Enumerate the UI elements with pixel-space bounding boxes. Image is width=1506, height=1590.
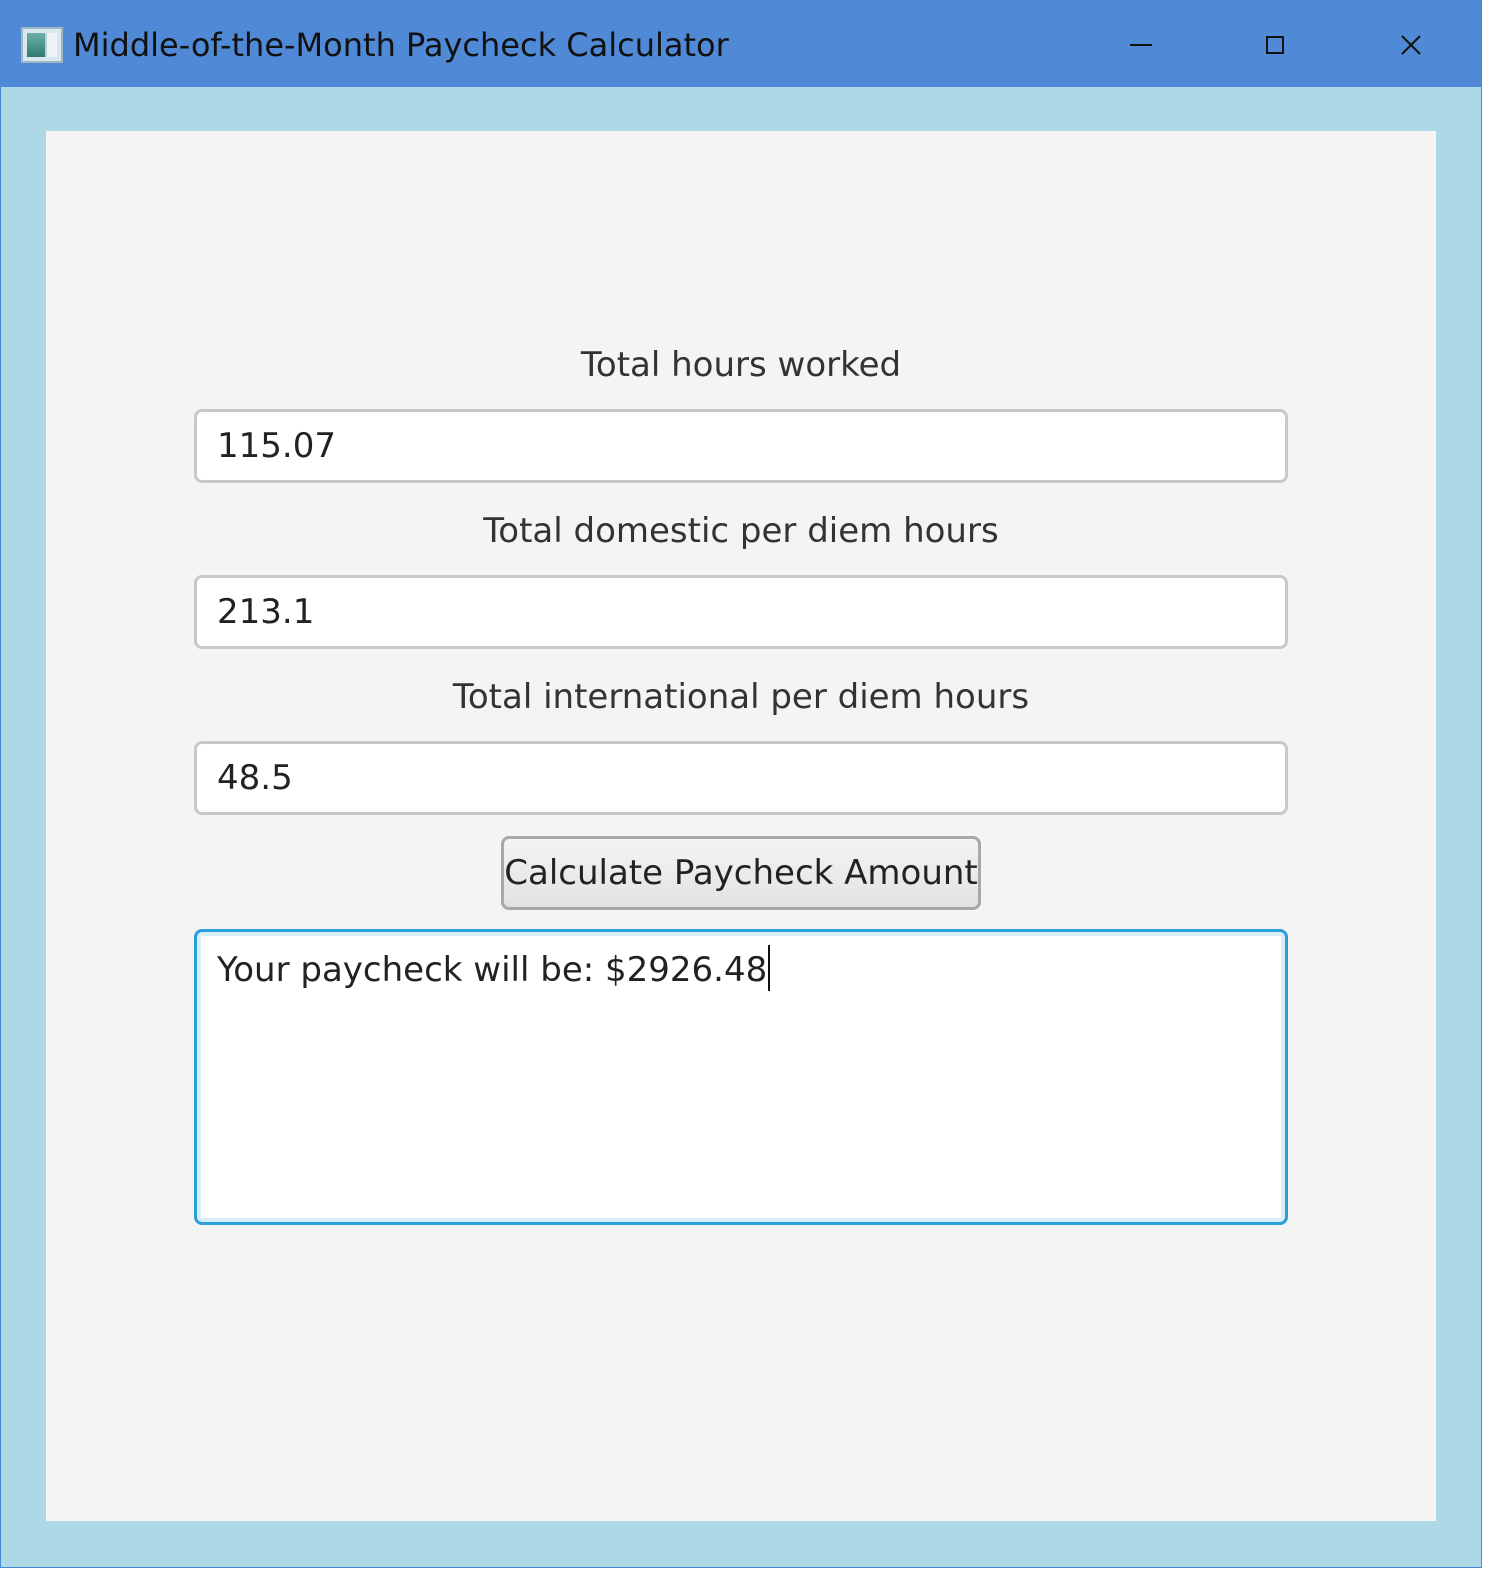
result-textarea[interactable]: Your paycheck will be: $2926.48 [194,929,1288,1225]
app-window: Middle-of-the-Month Paycheck Calculator … [0,0,1482,1568]
minimize-icon [1130,44,1152,46]
maximize-icon [1266,36,1284,54]
domestic-per-diem-label: Total domestic per diem hours [483,511,999,551]
calculate-paycheck-button[interactable]: Calculate Paycheck Amount [501,836,981,910]
close-icon [1401,35,1421,55]
title-bar[interactable]: Middle-of-the-Month Paycheck Calculator [1,1,1481,87]
domestic-per-diem-input[interactable]: 213.1 [194,575,1288,649]
international-per-diem-input[interactable]: 48.5 [194,741,1288,815]
close-button[interactable] [1385,19,1437,71]
hours-input[interactable]: 115.07 [194,409,1288,483]
app-icon [21,27,63,63]
international-per-diem-label: Total international per diem hours [452,677,1030,717]
window-title: Middle-of-the-Month Paycheck Calculator [73,26,729,64]
maximize-button[interactable] [1249,19,1301,71]
hours-label: Total hours worked [580,345,902,385]
minimize-button[interactable] [1115,19,1167,71]
form-panel: Total hours worked 115.07 Total domestic… [46,131,1436,1521]
text-caret [768,945,771,991]
result-text: Your paycheck will be: $2926.48 [217,950,768,990]
